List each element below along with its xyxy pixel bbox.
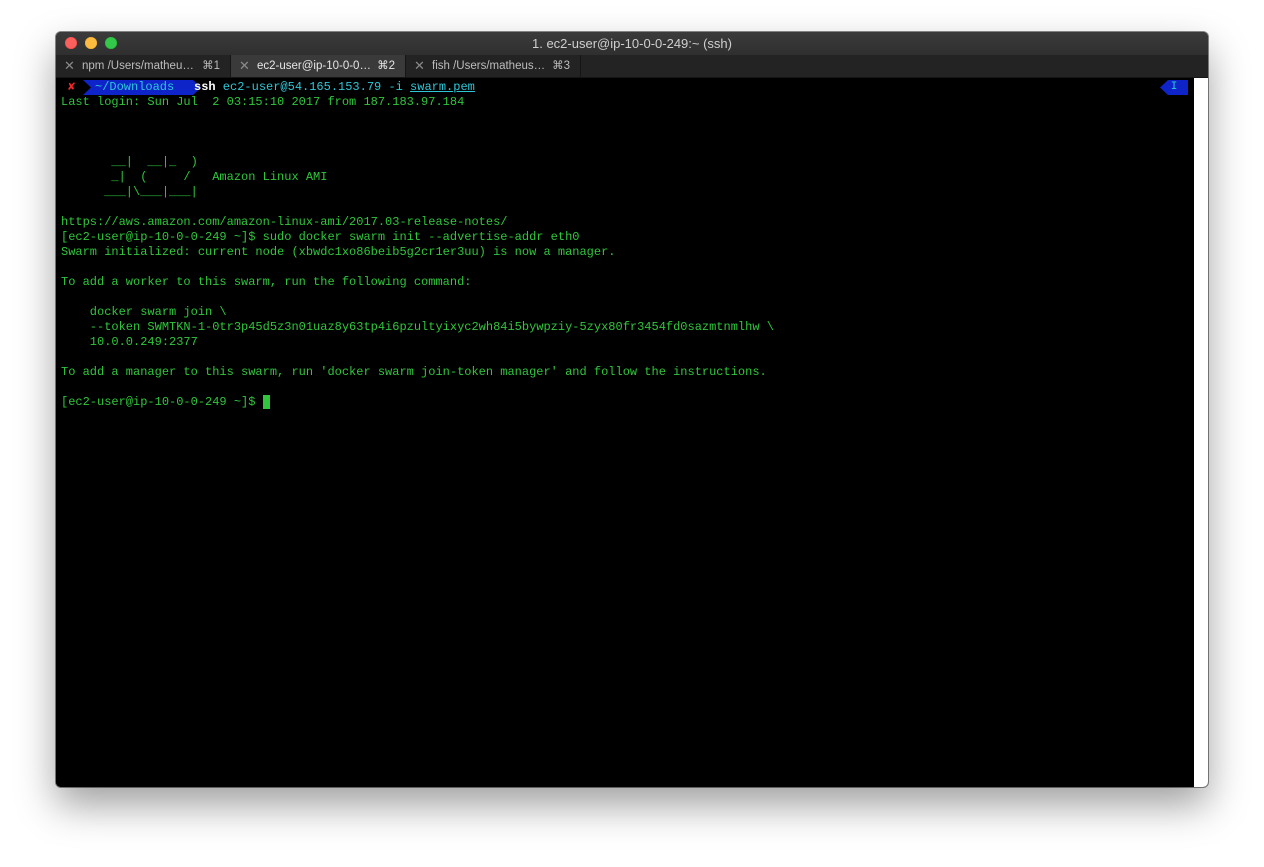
swarm-init-command-line: [ec2-user@ip-10-0-0-249 ~]$ sudo docker …	[61, 230, 580, 244]
tab-bar: ✕ npm /Users/matheu… ⌘1 ✕ ec2-user@ip-10…	[56, 55, 1208, 78]
prompt-command: ssh ec2-user@54.165.153.79 -i swarm.pem	[194, 80, 475, 95]
tab-ssh[interactable]: ✕ ec2-user@ip-10-0-0… ⌘2	[231, 55, 406, 77]
prompt-path-segment: ~/Downloads	[83, 80, 201, 95]
address-line: 10.0.0.249:2377	[61, 335, 198, 349]
close-window-button[interactable]	[65, 37, 77, 49]
last-login-line: Last login: Sun Jul 2 03:15:10 2017 from…	[61, 95, 465, 109]
terminal-output[interactable]: ✘ ~/Downloads ssh ec2-user@54.165.153.79…	[56, 78, 1194, 787]
scrollbar-track[interactable]	[1194, 78, 1208, 787]
tab-shortcut: ⌘1	[202, 60, 220, 72]
release-notes-line: https://aws.amazon.com/amazon-linux-ami/…	[61, 215, 508, 229]
ami-banner-line-3: ___|\___|___|	[61, 185, 198, 199]
tab-label: ec2-user@ip-10-0-0…	[257, 60, 371, 72]
terminal-cursor	[262, 395, 270, 409]
error-status-icon: ✘	[68, 80, 76, 94]
close-tab-icon[interactable]: ✕	[414, 55, 425, 77]
current-prompt: [ec2-user@ip-10-0-0-249 ~]$	[61, 395, 263, 409]
zoom-window-button[interactable]	[105, 37, 117, 49]
vi-mode-badge: I	[1160, 80, 1188, 95]
close-tab-icon[interactable]: ✕	[239, 55, 250, 77]
command-name: ssh	[194, 80, 216, 94]
current-prompt-line: [ec2-user@ip-10-0-0-249 ~]$	[61, 395, 270, 410]
token-line: --token SWMTKN-1-0tr3p45d5z3n01uaz8y63tp…	[61, 320, 774, 334]
tab-npm[interactable]: ✕ npm /Users/matheu… ⌘1	[56, 55, 231, 77]
terminal-window: 1. ec2-user@ip-10-0-0-249:~ (ssh) ✕ npm …	[56, 32, 1208, 787]
window-title: 1. ec2-user@ip-10-0-0-249:~ (ssh)	[532, 36, 732, 51]
tab-label: fish /Users/matheus…	[432, 60, 546, 72]
ami-banner-line-2: _| ( / Amazon Linux AMI	[61, 170, 328, 184]
close-tab-icon[interactable]: ✕	[64, 55, 75, 77]
add-worker-line: To add a worker to this swarm, run the f…	[61, 275, 472, 289]
command-args: ec2-user@54.165.153.79 -i	[215, 80, 411, 94]
ami-banner-line-1: __| __|_ )	[61, 155, 198, 169]
tab-label: npm /Users/matheu…	[82, 60, 194, 72]
swarm-initialized-line: Swarm initialized: current node (xbwdc1x…	[61, 245, 616, 259]
title-bar: 1. ec2-user@ip-10-0-0-249:~ (ssh)	[56, 32, 1208, 55]
minimize-window-button[interactable]	[85, 37, 97, 49]
add-manager-line: To add a manager to this swarm, run 'doc…	[61, 365, 767, 379]
tab-shortcut: ⌘3	[552, 60, 570, 72]
tab-shortcut: ⌘2	[377, 60, 395, 72]
command-file-arg: swarm.pem	[410, 80, 475, 94]
tab-fish[interactable]: ✕ fish /Users/matheus… ⌘3	[406, 55, 581, 77]
join-command-line: docker swarm join \	[61, 305, 227, 319]
